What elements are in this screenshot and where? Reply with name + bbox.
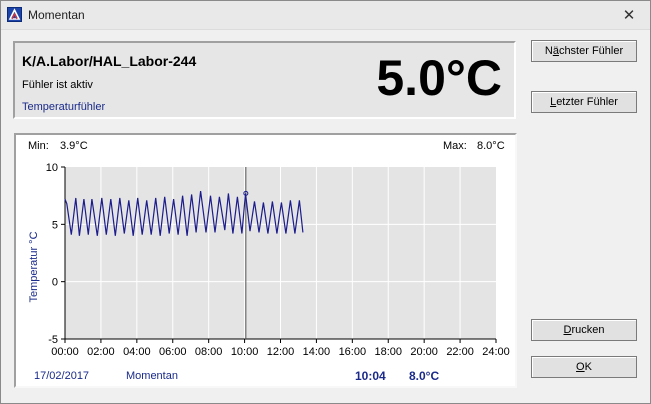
- mode-label: Momentan: [126, 370, 178, 382]
- x-tick-label: 22:00: [446, 346, 474, 358]
- close-icon[interactable]: ✕: [615, 7, 643, 24]
- sensor-status: Fühler ist aktiv: [22, 79, 93, 91]
- sensor-type: Temperaturfühler: [22, 101, 106, 113]
- ok-hotkey: O: [576, 361, 585, 373]
- y-tick-label: 5: [52, 219, 58, 231]
- chart-panel: Min: 3.9°C Max: 8.0°C 00:00 02:00 04:00 06:…: [14, 133, 517, 388]
- app-logo-icon: [7, 7, 22, 22]
- x-tick-label: 20:00: [410, 346, 438, 358]
- cursor-time: 10:04: [355, 369, 386, 383]
- x-tick-label: 14:00: [303, 346, 331, 358]
- x-tick-label: 04:00: [123, 346, 151, 358]
- sensor-info-panel: K/A.Labor/HAL_Labor-244 Fühler ist aktiv…: [13, 41, 516, 119]
- x-tick-label: 02:00: [87, 346, 115, 358]
- x-tick-label: 06:00: [159, 346, 187, 358]
- x-tick-label: 12:00: [267, 346, 295, 358]
- temperature-chart: 00:00 02:00 04:00 06:00 08:00 10:00 12:00 14:00…: [28, 162, 510, 358]
- max-value: 8.0°C: [477, 140, 505, 152]
- ok-label: K: [584, 361, 592, 373]
- x-tick-label: 00:00: [51, 346, 79, 358]
- current-temperature: 5.0°C: [376, 50, 502, 106]
- y-tick-label: -5: [48, 334, 58, 346]
- max-label: Max:: [443, 140, 467, 152]
- print-button[interactable]: Drucken: [531, 319, 637, 341]
- x-tick-label: 16:00: [339, 346, 367, 358]
- momentan-window: Momentan ✕ K/A.Labor/HAL_Labor-244 Fühle…: [0, 0, 651, 404]
- last-sensor-button[interactable]: Letzter Fühler: [531, 91, 637, 113]
- x-tick-label: 10:00: [231, 346, 259, 358]
- cursor-value: 8.0°C: [409, 369, 440, 383]
- x-tick-label: 08:00: [195, 346, 223, 358]
- x-tick-label: 24:00: [482, 346, 510, 358]
- x-tick-label: 18:00: [374, 346, 402, 358]
- next-sensor-label-b: chster Fühler: [558, 45, 624, 57]
- y-tick-label: 10: [46, 162, 58, 174]
- sensor-name: K/A.Labor/HAL_Labor-244: [22, 53, 197, 69]
- print-label: rucken: [571, 324, 605, 336]
- next-sensor-button[interactable]: Nächster Fühler: [531, 40, 637, 62]
- date-label: 17/02/2017: [34, 370, 90, 382]
- title-bar[interactable]: Momentan ✕: [1, 1, 650, 30]
- window-title: Momentan: [28, 8, 85, 22]
- min-label: Min:: [28, 140, 49, 152]
- last-sensor-label: etzter Fühler: [556, 96, 618, 108]
- next-sensor-label-a: N: [544, 45, 553, 57]
- min-value: 3.9°C: [60, 140, 88, 152]
- y-axis-label: Temperatur °C: [28, 231, 40, 302]
- ok-button[interactable]: OK: [531, 356, 637, 378]
- y-tick-label: 0: [52, 277, 58, 289]
